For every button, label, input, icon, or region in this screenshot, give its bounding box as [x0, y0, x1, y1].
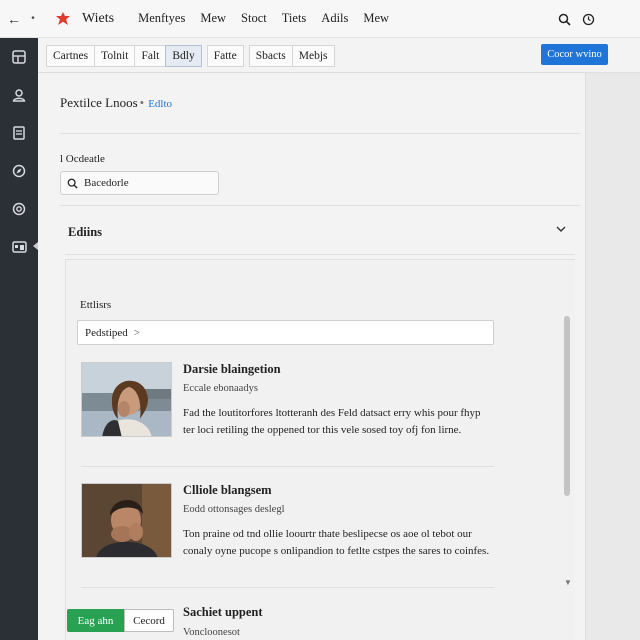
chevron-down-icon[interactable] [556, 224, 566, 234]
panel-input-value: Pedstiped [85, 326, 128, 339]
scrollbar-thumb[interactable] [564, 316, 570, 496]
main-content: Pextilce Lnoos • Edlto l Ocdeatle Bacedo… [38, 73, 585, 640]
app-title: Wiets [82, 10, 115, 26]
document-icon[interactable] [0, 114, 38, 152]
dashboard-icon[interactable] [0, 38, 38, 76]
topbar-actions [548, 11, 596, 27]
panel-label: Ettlisrs [80, 299, 112, 311]
page-title: Pextilce Lnoos [60, 95, 138, 110]
page-header: Pextilce Lnoos • Edlto [60, 95, 172, 111]
right-panel [585, 72, 640, 640]
search-input[interactable]: Bacedorle [60, 171, 219, 195]
card-subtitle: Eodd ottonsages deslegl [183, 504, 285, 515]
divider [65, 254, 575, 255]
scrollbar[interactable]: ▼ [563, 316, 572, 587]
tab-bdly[interactable]: Bdly [165, 45, 202, 67]
target-icon[interactable] [0, 190, 38, 228]
tab-sbacts[interactable]: Sbacts [248, 45, 293, 67]
menu-item[interactable]: Mew [363, 11, 389, 26]
card-description: Ton praine od tnd ollie loourtr thate be… [183, 528, 490, 557]
card-subtitle: Eccale ebonaadys [183, 383, 258, 394]
back-arrow-icon[interactable]: ← [2, 11, 26, 27]
tab-cartnes[interactable]: Cartnes [46, 45, 96, 67]
footer-subtitle: Voncloonesot [183, 627, 240, 638]
cancel-button[interactable]: Cecord [124, 609, 174, 632]
title-bar: ← • Wiets Menftyes Mew Stoct Tiets Adils… [0, 0, 640, 38]
menu-item[interactable]: Mew [200, 11, 226, 26]
search-icon[interactable] [556, 11, 572, 27]
section-title: Ediins [68, 225, 103, 239]
clock-icon[interactable] [580, 11, 596, 27]
search-value: Bacedorle [84, 177, 129, 189]
menu-item[interactable]: Tiets [282, 11, 307, 26]
tab-fatte[interactable]: Fatte [206, 45, 244, 67]
menu-bar: Menftyes Mew Stoct Tiets Adils Mew [138, 11, 404, 26]
menu-item[interactable]: Menftyes [138, 11, 185, 26]
list-item[interactable]: Clliole blangsem Eodd ottonsages deslegl… [81, 483, 494, 588]
tab-mebjs[interactable]: Mebjs [291, 45, 335, 67]
card-name: Darsie blaingetion [183, 362, 281, 376]
menu-item[interactable]: Stoct [241, 11, 267, 26]
title-separator: • [139, 95, 145, 110]
compass-icon[interactable] [0, 152, 38, 190]
man-portrait-photo [81, 483, 172, 558]
menu-item[interactable]: Adils [321, 11, 348, 26]
scroll-down-icon[interactable]: ▼ [564, 578, 572, 587]
tab-bar: Cartnes Tolnit Falt Bdly Fatte Sbacts Me… [38, 38, 640, 73]
edit-link[interactable]: Edlto [148, 98, 172, 110]
card-name: Clliole blangsem [183, 483, 272, 497]
divider [81, 466, 494, 467]
app-logo-icon [52, 10, 74, 28]
woman-portrait-photo [81, 362, 172, 437]
divider [81, 587, 494, 588]
tab-tolnit[interactable]: Tolnit [94, 45, 136, 67]
primary-action-button[interactable]: Cocor wvino [541, 44, 608, 65]
footer-actions: Eag ahn Cecord [67, 609, 174, 632]
sidebar [0, 38, 38, 640]
user-icon[interactable] [0, 76, 38, 114]
card-description: Fad the loutitorfores ltotteranh des Fel… [183, 407, 481, 436]
tab-falt[interactable]: Falt [134, 45, 167, 67]
list-item[interactable]: Darsie blaingetion Eccale ebonaadys Fad … [81, 362, 494, 467]
panel-input[interactable]: Pedstiped > [77, 320, 494, 345]
confirm-button[interactable]: Eag ahn [67, 609, 124, 632]
search-label: l Ocdeatle [60, 153, 105, 165]
divider [60, 205, 580, 206]
chevron-right-icon: > [133, 326, 140, 339]
search-icon [67, 178, 78, 189]
footer-title: Sachiet uppent [183, 605, 263, 619]
more-dots-icon[interactable]: • [26, 13, 40, 24]
divider [60, 133, 580, 134]
